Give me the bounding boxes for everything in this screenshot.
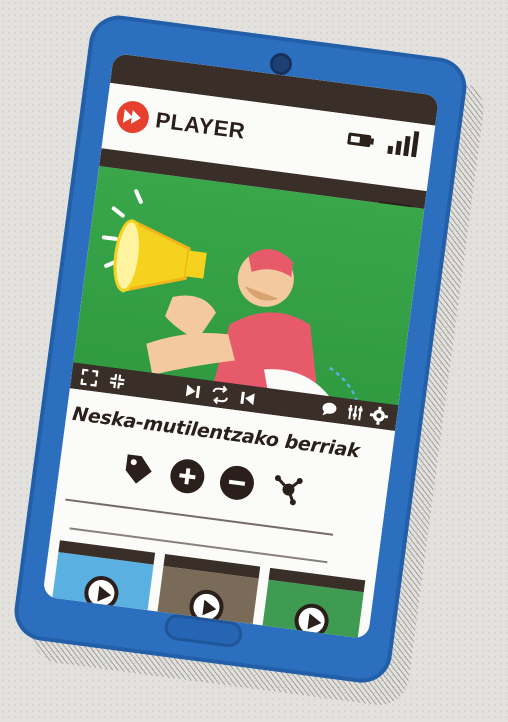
next-icon[interactable] (181, 380, 203, 402)
equalizer-icon[interactable] (344, 401, 366, 423)
repeat-icon[interactable] (209, 384, 231, 406)
comment-icon[interactable] (318, 398, 340, 420)
video-thumbnail[interactable] (47, 540, 156, 640)
previous-icon[interactable] (237, 387, 259, 409)
add-icon[interactable] (167, 456, 207, 496)
camera-icon (268, 51, 294, 77)
settings-icon[interactable] (368, 405, 390, 427)
video-thumbnail[interactable] (258, 567, 366, 640)
exit-fullscreen-icon[interactable] (106, 370, 128, 392)
fullscreen-icon[interactable] (78, 366, 100, 388)
signal-icon (387, 130, 420, 158)
fast-forward-icon[interactable] (114, 98, 152, 136)
share-icon[interactable] (266, 469, 306, 509)
screen: PLAYER Neska-mutilentzako berriak (42, 53, 440, 640)
remove-icon[interactable] (217, 463, 257, 503)
tag-icon[interactable] (118, 450, 158, 490)
